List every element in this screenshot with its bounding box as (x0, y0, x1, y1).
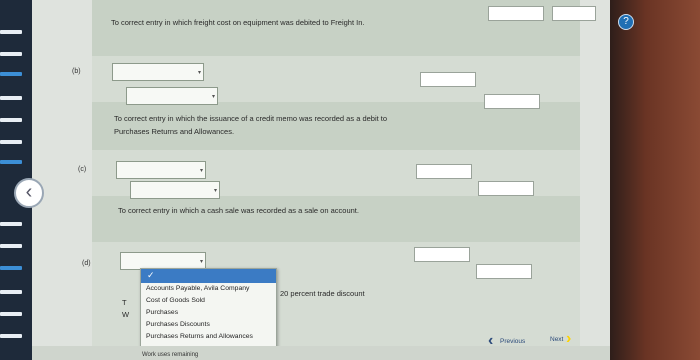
footer-bar (32, 346, 610, 360)
sidebar-mark (0, 118, 22, 122)
account-select[interactable]: ▾ (116, 161, 206, 179)
entry-band (92, 196, 580, 242)
partial-text: W (122, 310, 130, 319)
previous-button[interactable]: Previous (500, 338, 525, 345)
chevron-left-icon[interactable]: ‹ (488, 332, 493, 350)
chevron-down-icon: ▾ (211, 94, 215, 100)
dropdown-option[interactable]: Cost of Goods Sold (141, 295, 276, 307)
background-edge (610, 0, 700, 360)
chevron-down-icon: ▾ (199, 259, 203, 265)
entry-b-prompt: To correct entry in which the issuance o… (114, 114, 388, 136)
chevron-right-icon[interactable]: › (566, 330, 571, 348)
debit-amount-input[interactable] (416, 164, 472, 179)
sidebar-mark (0, 30, 22, 34)
next-button[interactable]: Next (550, 336, 563, 343)
entry-c-label: (c) (78, 166, 87, 173)
sidebar-mark (0, 222, 22, 226)
dropdown-selected-row[interactable]: ✓ (141, 269, 276, 283)
debit-amount-input[interactable] (420, 72, 476, 87)
account-select[interactable]: ▾ (112, 63, 204, 81)
checkmark-icon: ✓ (147, 270, 155, 280)
remaining-text: Work uses remaining (142, 352, 199, 358)
sidebar-mark (0, 266, 22, 270)
entry-c-prompt: To correct entry in which a cash sale wa… (118, 206, 359, 215)
sidebar-mark (0, 96, 22, 100)
dropdown-option[interactable]: Purchases Returns and Allowances (141, 331, 276, 343)
debit-amount-input[interactable] (414, 247, 470, 262)
dropdown-option[interactable]: Accounts Payable, Avila Company (141, 283, 276, 295)
debit-amount-input[interactable] (488, 6, 544, 21)
chevron-down-icon: ▾ (213, 188, 217, 194)
credit-amount-input[interactable] (478, 181, 534, 196)
help-icon[interactable]: ? (618, 14, 634, 30)
sidebar-mark (0, 160, 22, 164)
chevron-down-icon: ▾ (199, 168, 203, 174)
chevron-down-icon: ▾ (197, 70, 201, 76)
sidebar-mark (0, 312, 22, 316)
entry-d-label: (d) (82, 260, 91, 267)
entry-b-label: (b) (72, 68, 81, 75)
account-select[interactable]: ▾ (130, 181, 220, 199)
entry-a-prompt: To correct entry in which freight cost o… (111, 18, 365, 27)
entry-d-prompt: 20 percent trade discount (280, 289, 365, 298)
dropdown-option[interactable]: Purchases Discounts (141, 319, 276, 331)
sidebar-mark (0, 334, 22, 338)
credit-amount-input[interactable] (476, 264, 532, 279)
sidebar-mark (0, 140, 22, 144)
dropdown-option[interactable]: Purchases (141, 307, 276, 319)
sidebar-mark (0, 244, 22, 248)
credit-amount-input[interactable] (484, 94, 540, 109)
main-panel (32, 0, 610, 360)
account-select[interactable]: ▾ (126, 87, 218, 105)
chevron-left-icon[interactable]: ‹ (14, 178, 44, 208)
sidebar-mark (0, 290, 22, 294)
sidebar-mark (0, 72, 22, 76)
sidebar-mark (0, 52, 22, 56)
credit-amount-input[interactable] (552, 6, 596, 21)
